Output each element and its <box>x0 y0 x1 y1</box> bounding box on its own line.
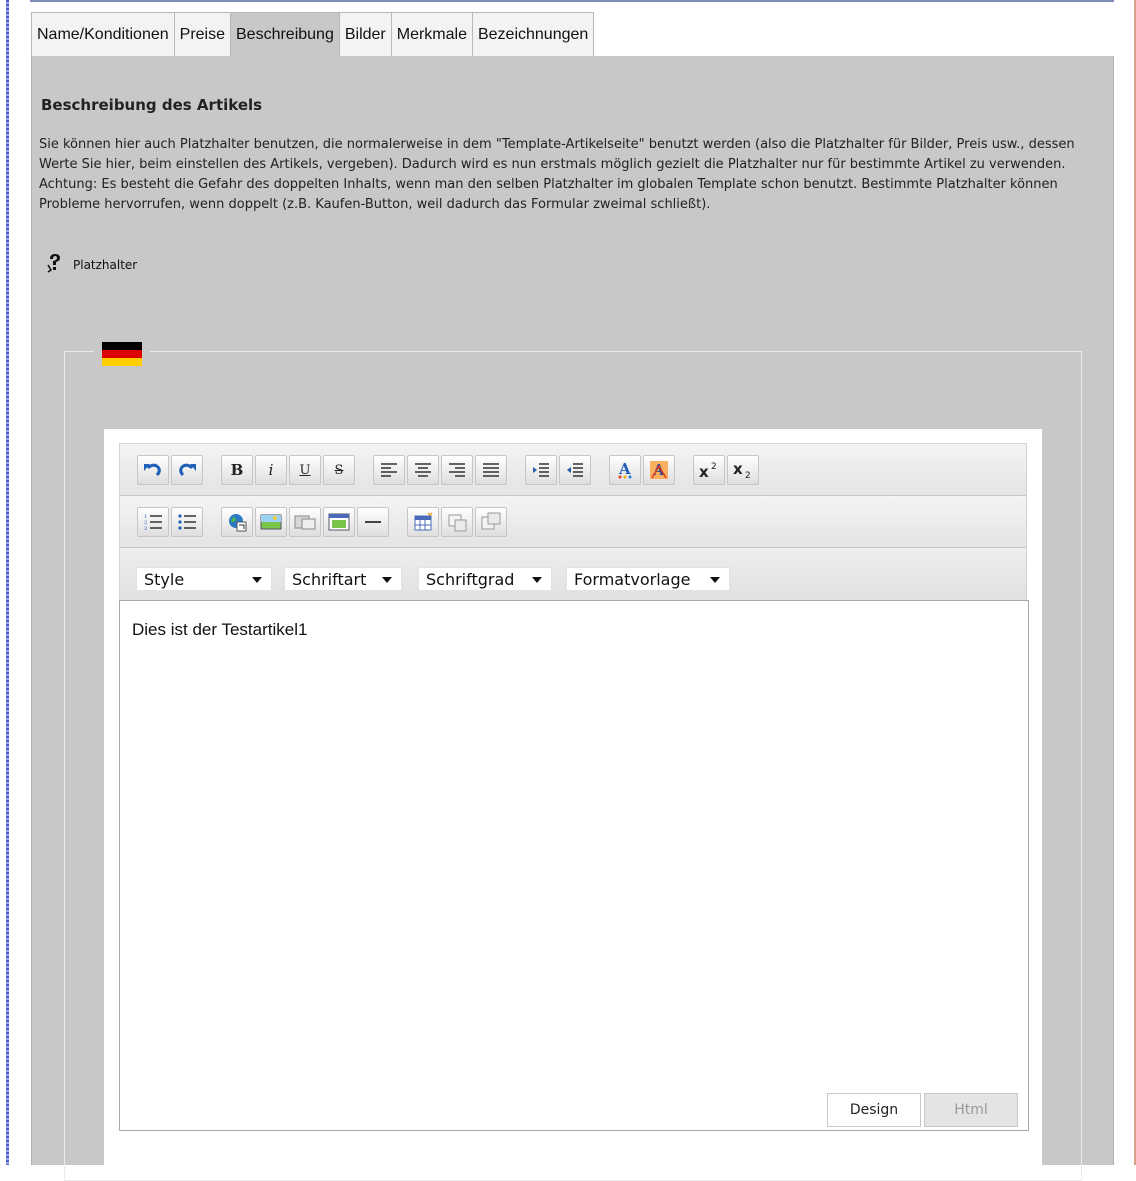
left-frame-strip <box>0 0 14 1165</box>
size-dropdown[interactable]: Schriftgrad <box>418 567 552 591</box>
indent-button[interactable] <box>525 455 557 485</box>
svg-text:2: 2 <box>711 462 717 472</box>
tab-bezeichnungen[interactable]: Bezeichnungen <box>471 12 595 56</box>
cell-properties-icon[interactable] <box>475 507 507 537</box>
italic-button[interactable]: i <box>255 455 287 485</box>
insert-media-icon[interactable] <box>323 507 355 537</box>
svg-text:A: A <box>618 460 631 478</box>
insert-table-icon[interactable] <box>407 507 439 537</box>
rich-text-editor: B i U S A A x 2 x 2 1 2 3 Style Schrifta… <box>104 429 1042 1165</box>
top-border <box>30 0 1114 2</box>
highlight-color-icon[interactable]: A <box>643 455 675 485</box>
editor-toolbar: B i U S A A x 2 x 2 1 2 3 Style Schrifta… <box>119 443 1027 601</box>
design-mode-tab[interactable]: Design <box>827 1093 921 1127</box>
chevron-down-icon <box>710 577 720 583</box>
superscript-button[interactable]: x2 <box>693 455 725 485</box>
tab-name-konditionen[interactable]: Name/Konditionen <box>31 12 175 56</box>
redo-button[interactable] <box>171 455 203 485</box>
outdent-button[interactable] <box>559 455 591 485</box>
toolbar-row-2: 123 <box>120 496 1026 548</box>
format-dropdown[interactable]: Formatvorlage <box>566 567 730 591</box>
tab-panel: Beschreibung des Artikels Sie können hie… <box>31 56 1114 1181</box>
editor-content[interactable]: Dies ist der Testartikel1 <box>119 600 1029 1131</box>
svg-text:3: 3 <box>144 526 147 532</box>
font-color-icon[interactable]: A <box>609 455 641 485</box>
svg-text:x: x <box>733 461 743 478</box>
font-dropdown[interactable]: Schriftart <box>284 567 402 591</box>
html-mode-tab[interactable]: Html <box>924 1093 1018 1127</box>
insert-image-icon[interactable] <box>255 507 287 537</box>
table-properties-icon[interactable] <box>441 507 473 537</box>
underline-button[interactable]: U <box>289 455 321 485</box>
placeholder-row: Platzhalter <box>47 253 137 273</box>
tab-preise[interactable]: Preise <box>173 12 231 56</box>
align-center-button[interactable] <box>407 455 439 485</box>
de-flag-icon <box>94 334 150 374</box>
horizontal-rule-button[interactable] <box>357 507 389 537</box>
subscript-button[interactable]: x2 <box>727 455 759 485</box>
style-dropdown-label: Style <box>144 569 185 589</box>
align-left-button[interactable] <box>373 455 405 485</box>
placeholder-link[interactable]: Platzhalter <box>73 258 137 273</box>
tab-merkmale[interactable]: Merkmale <box>390 12 473 56</box>
align-right-button[interactable] <box>441 455 473 485</box>
svg-text:A: A <box>652 461 665 479</box>
toolbar-row-1: B i U S A A x 2 x 2 <box>120 444 1026 496</box>
section-title: Beschreibung des Artikels <box>41 96 263 114</box>
tab-bilder[interactable]: Bilder <box>338 12 392 56</box>
insert-link-icon[interactable] <box>221 507 253 537</box>
numbered-list-button[interactable]: 123 <box>137 507 169 537</box>
tab-bar: Name/Konditionen Preise Beschreibung Bil… <box>31 12 595 56</box>
chevron-down-icon <box>382 577 392 583</box>
toolbar-row-3: Style Schriftart Schriftgrad Formatvorla… <box>120 548 1026 601</box>
undo-button[interactable] <box>137 455 169 485</box>
style-dropdown[interactable]: Style <box>136 567 272 591</box>
section-description: Sie können hier auch Platzhalter benutze… <box>39 137 1075 212</box>
align-justify-button[interactable] <box>475 455 507 485</box>
chevron-down-icon <box>252 577 262 583</box>
image-properties-icon[interactable] <box>289 507 321 537</box>
svg-text:2: 2 <box>745 471 751 479</box>
strikethrough-button[interactable]: S <box>323 455 355 485</box>
bold-button[interactable]: B <box>221 455 253 485</box>
size-dropdown-label: Schriftgrad <box>426 569 515 589</box>
chevron-down-icon <box>532 577 542 583</box>
format-dropdown-label: Formatvorlage <box>574 569 691 589</box>
svg-text:x: x <box>699 463 709 479</box>
tab-beschreibung[interactable]: Beschreibung <box>230 12 340 56</box>
help-icon[interactable] <box>47 253 63 273</box>
bullet-list-button[interactable] <box>171 507 203 537</box>
font-dropdown-label: Schriftart <box>292 569 367 589</box>
